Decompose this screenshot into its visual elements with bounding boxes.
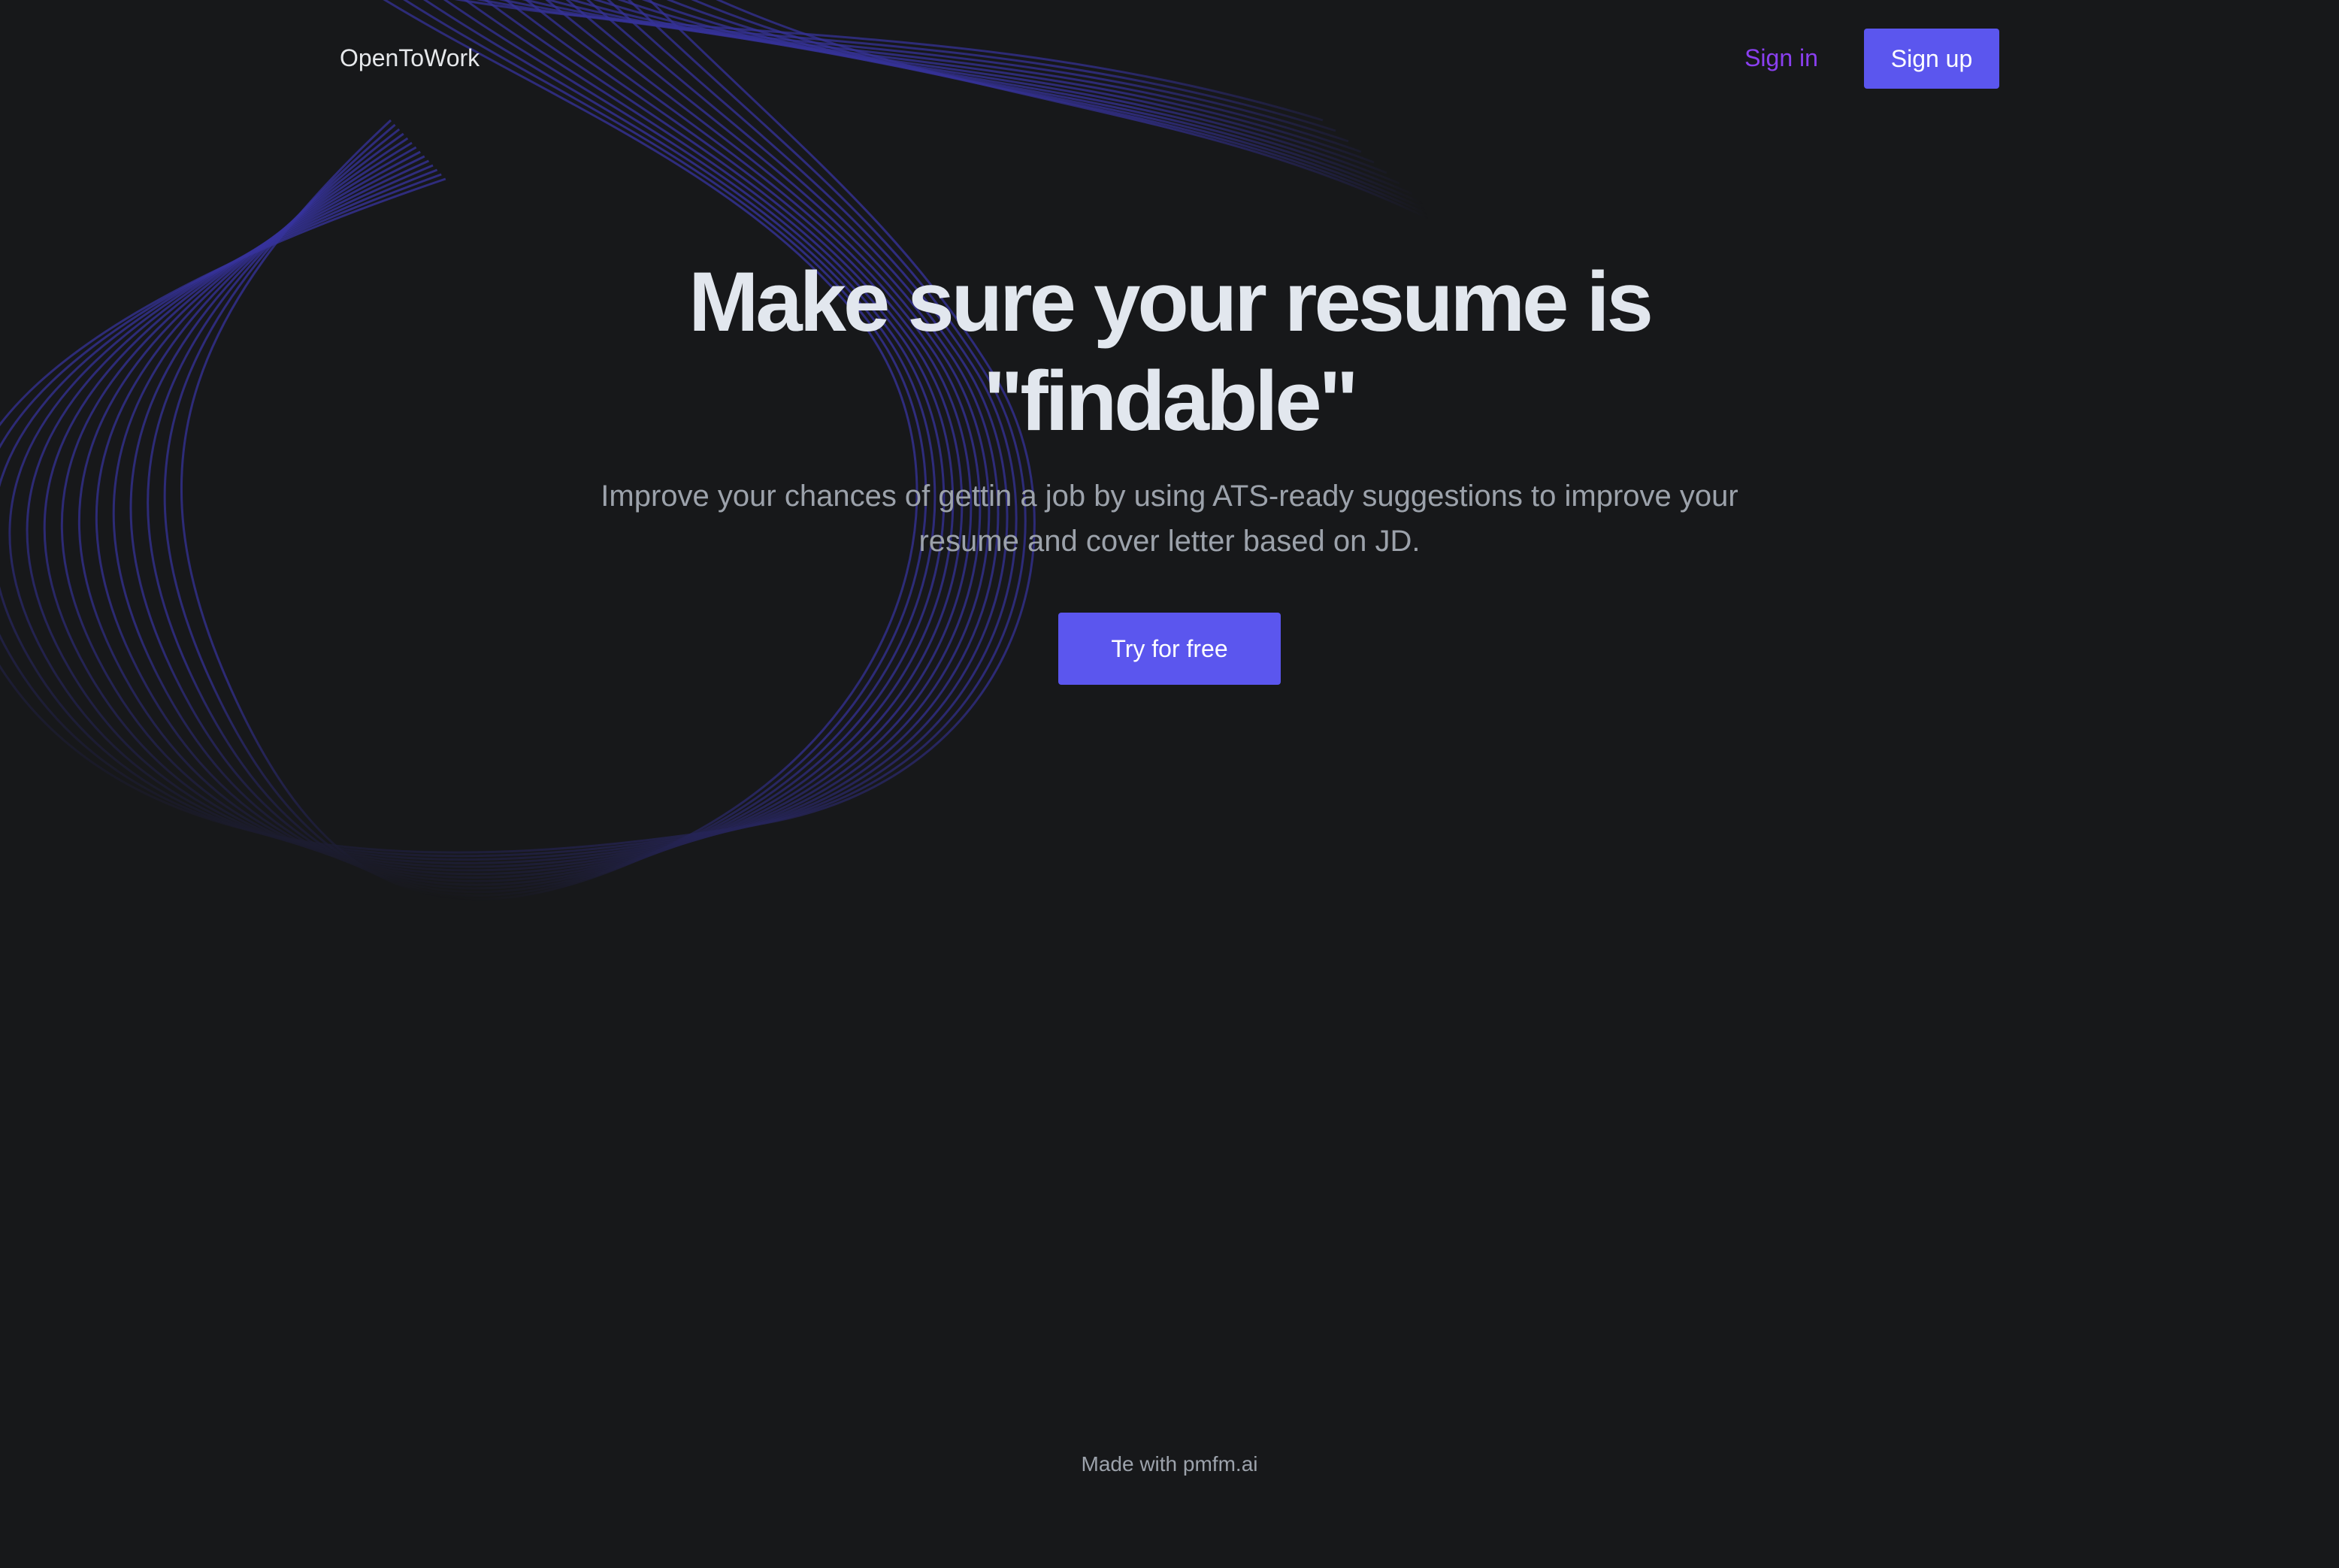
background-wave-graphic bbox=[0, 0, 1464, 901]
hero-subtitle: Improve your chances of gettin a job by … bbox=[601, 480, 1738, 558]
sign-in-link[interactable]: Sign in bbox=[1729, 39, 1834, 77]
sign-up-button[interactable]: Sign up bbox=[1864, 29, 1999, 89]
logo-link[interactable]: OpenToWork bbox=[340, 39, 480, 77]
hero-title: Make sure your resume is "findable" bbox=[688, 255, 1654, 448]
top-navigation: OpenToWork Sign in Sign up bbox=[0, 0, 2339, 120]
try-for-free-button[interactable]: Try for free bbox=[1058, 613, 1281, 685]
footer-credit: Made with pmfm.ai bbox=[1081, 1452, 1258, 1476]
